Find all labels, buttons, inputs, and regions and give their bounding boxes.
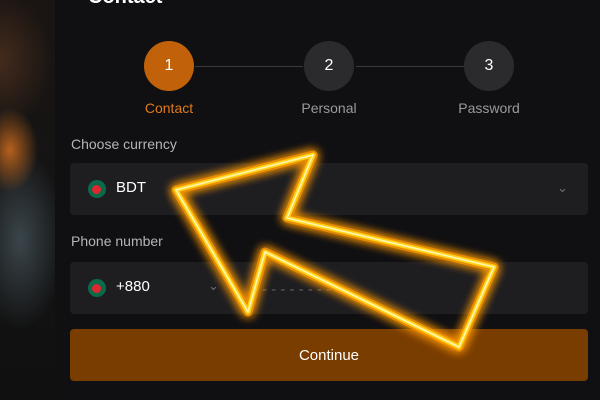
bangladesh-flag-icon bbox=[88, 279, 106, 297]
step-personal[interactable]: 2 Personal bbox=[279, 41, 379, 116]
step-contact[interactable]: 1 Contact bbox=[119, 41, 219, 116]
panel-title: Contact bbox=[88, 0, 162, 9]
country-code: +880 bbox=[116, 278, 150, 295]
currency-label: Choose currency bbox=[71, 136, 177, 152]
phone-label: Phone number bbox=[71, 233, 163, 249]
step-label: Contact bbox=[144, 100, 194, 116]
country-code-select[interactable]: +880 ⌄ bbox=[70, 262, 230, 314]
step-number: 1 bbox=[144, 41, 194, 91]
step-number: 3 bbox=[464, 41, 514, 91]
chevron-down-icon: ⌄ bbox=[208, 278, 219, 293]
phone-field: +880 ⌄ bbox=[70, 262, 588, 314]
currency-value: BDT bbox=[116, 179, 146, 196]
currency-select[interactable]: BDT ⌄ bbox=[70, 163, 588, 215]
chevron-down-icon: ⌄ bbox=[557, 180, 568, 195]
step-label: Password bbox=[458, 100, 520, 116]
continue-button[interactable]: Continue bbox=[70, 329, 588, 381]
step-label: Personal bbox=[301, 100, 357, 116]
bangladesh-flag-icon bbox=[88, 180, 106, 198]
phone-input[interactable] bbox=[260, 276, 564, 302]
step-password[interactable]: 3 Password bbox=[439, 41, 539, 116]
step-number: 2 bbox=[304, 41, 354, 91]
